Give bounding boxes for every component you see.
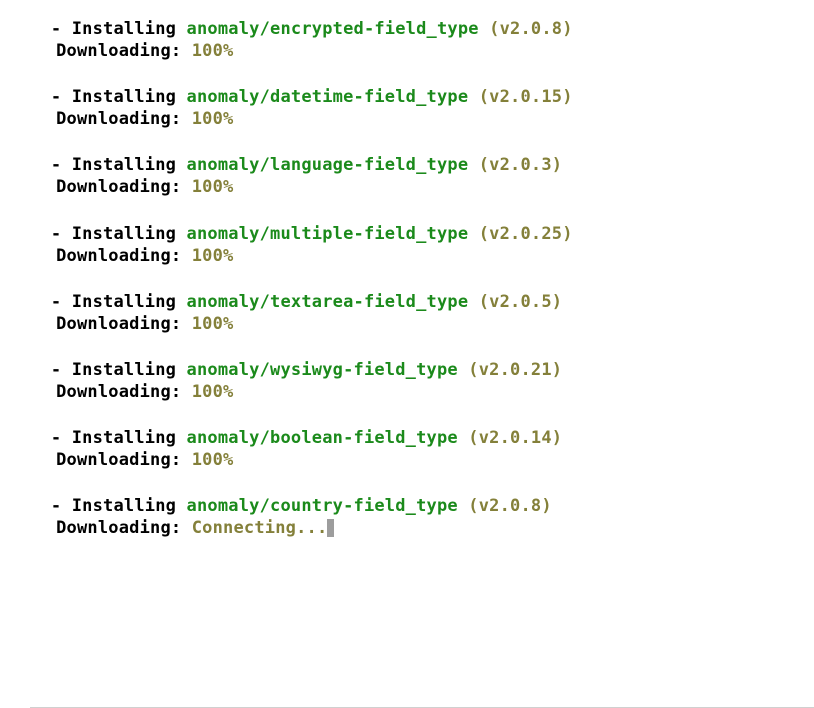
log-entry: - Installing anomaly/country-field_type … <box>30 495 814 539</box>
install-line: - Installing anomaly/datetime-field_type… <box>30 86 814 108</box>
package-version: (v2.0.15) <box>479 87 573 107</box>
download-line: Downloading: 100% <box>30 108 814 130</box>
package-version: (v2.0.14) <box>468 428 562 448</box>
download-label: Downloading: <box>56 450 192 470</box>
composer-install-log: - Installing anomaly/encrypted-field_typ… <box>30 18 814 540</box>
download-status: 100% <box>192 314 234 334</box>
download-label: Downloading: <box>56 314 192 334</box>
install-label: Installing <box>72 19 187 39</box>
download-label: Downloading: <box>56 41 192 61</box>
package-version: (v2.0.5) <box>479 292 562 312</box>
install-label: Installing <box>72 496 187 516</box>
package-name: anomaly/encrypted-field_type <box>187 19 479 39</box>
download-line: Downloading: 100% <box>30 381 814 403</box>
install-label: Installing <box>72 155 187 175</box>
install-label: Installing <box>72 428 187 448</box>
download-line: Downloading: 100% <box>30 40 814 62</box>
bullet: - <box>30 496 72 516</box>
package-name: anomaly/wysiwyg-field_type <box>187 360 458 380</box>
package-name: anomaly/multiple-field_type <box>187 224 469 244</box>
download-label: Downloading: <box>56 109 192 129</box>
log-entry: - Installing anomaly/boolean-field_type … <box>30 427 814 471</box>
bullet: - <box>30 224 72 244</box>
download-status: 100% <box>192 246 234 266</box>
space <box>458 428 468 448</box>
space <box>468 292 478 312</box>
install-line: - Installing anomaly/multiple-field_type… <box>30 223 814 245</box>
download-label: Downloading: <box>56 246 192 266</box>
package-name: anomaly/language-field_type <box>187 155 469 175</box>
log-entry: - Installing anomaly/language-field_type… <box>30 154 814 198</box>
log-entry: - Installing anomaly/datetime-field_type… <box>30 86 814 130</box>
bullet: - <box>30 360 72 380</box>
space <box>468 155 478 175</box>
package-name: anomaly/datetime-field_type <box>187 87 469 107</box>
install-label: Installing <box>72 224 187 244</box>
download-label: Downloading: <box>56 518 192 538</box>
install-label: Installing <box>72 87 187 107</box>
download-label: Downloading: <box>56 177 192 197</box>
log-entry: - Installing anomaly/multiple-field_type… <box>30 223 814 267</box>
bullet: - <box>30 19 72 39</box>
download-label: Downloading: <box>56 382 192 402</box>
space <box>479 19 489 39</box>
package-version: (v2.0.21) <box>468 360 562 380</box>
terminal-output: - Installing anomaly/encrypted-field_typ… <box>30 18 814 708</box>
bullet: - <box>30 155 72 175</box>
download-line: Downloading: Connecting... <box>30 517 814 539</box>
package-name: anomaly/country-field_type <box>187 496 458 516</box>
terminal-cursor <box>327 519 333 538</box>
install-line: - Installing anomaly/country-field_type … <box>30 495 814 517</box>
space <box>458 360 468 380</box>
package-name: anomaly/textarea-field_type <box>187 292 469 312</box>
space <box>468 87 478 107</box>
download-line: Downloading: 100% <box>30 245 814 267</box>
download-line: Downloading: 100% <box>30 449 814 471</box>
download-status: 100% <box>192 450 234 470</box>
install-line: - Installing anomaly/wysiwyg-field_type … <box>30 359 814 381</box>
install-line: - Installing anomaly/encrypted-field_typ… <box>30 18 814 40</box>
download-status: 100% <box>192 382 234 402</box>
bullet: - <box>30 428 72 448</box>
install-line: - Installing anomaly/textarea-field_type… <box>30 291 814 313</box>
install-label: Installing <box>72 360 187 380</box>
package-version: (v2.0.3) <box>479 155 562 175</box>
install-line: - Installing anomaly/boolean-field_type … <box>30 427 814 449</box>
log-entry: - Installing anomaly/encrypted-field_typ… <box>30 18 814 62</box>
package-version: (v2.0.25) <box>479 224 573 244</box>
download-line: Downloading: 100% <box>30 313 814 335</box>
space <box>468 224 478 244</box>
download-line: Downloading: 100% <box>30 176 814 198</box>
download-status: 100% <box>192 177 234 197</box>
download-status: Connecting... <box>192 518 328 538</box>
package-name: anomaly/boolean-field_type <box>187 428 458 448</box>
bullet: - <box>30 292 72 312</box>
install-label: Installing <box>72 292 187 312</box>
log-entry: - Installing anomaly/textarea-field_type… <box>30 291 814 335</box>
download-status: 100% <box>192 41 234 61</box>
package-version: (v2.0.8) <box>468 496 551 516</box>
space <box>458 496 468 516</box>
install-line: - Installing anomaly/language-field_type… <box>30 154 814 176</box>
package-version: (v2.0.8) <box>489 19 572 39</box>
download-status: 100% <box>192 109 234 129</box>
bullet: - <box>30 87 72 107</box>
log-entry: - Installing anomaly/wysiwyg-field_type … <box>30 359 814 403</box>
